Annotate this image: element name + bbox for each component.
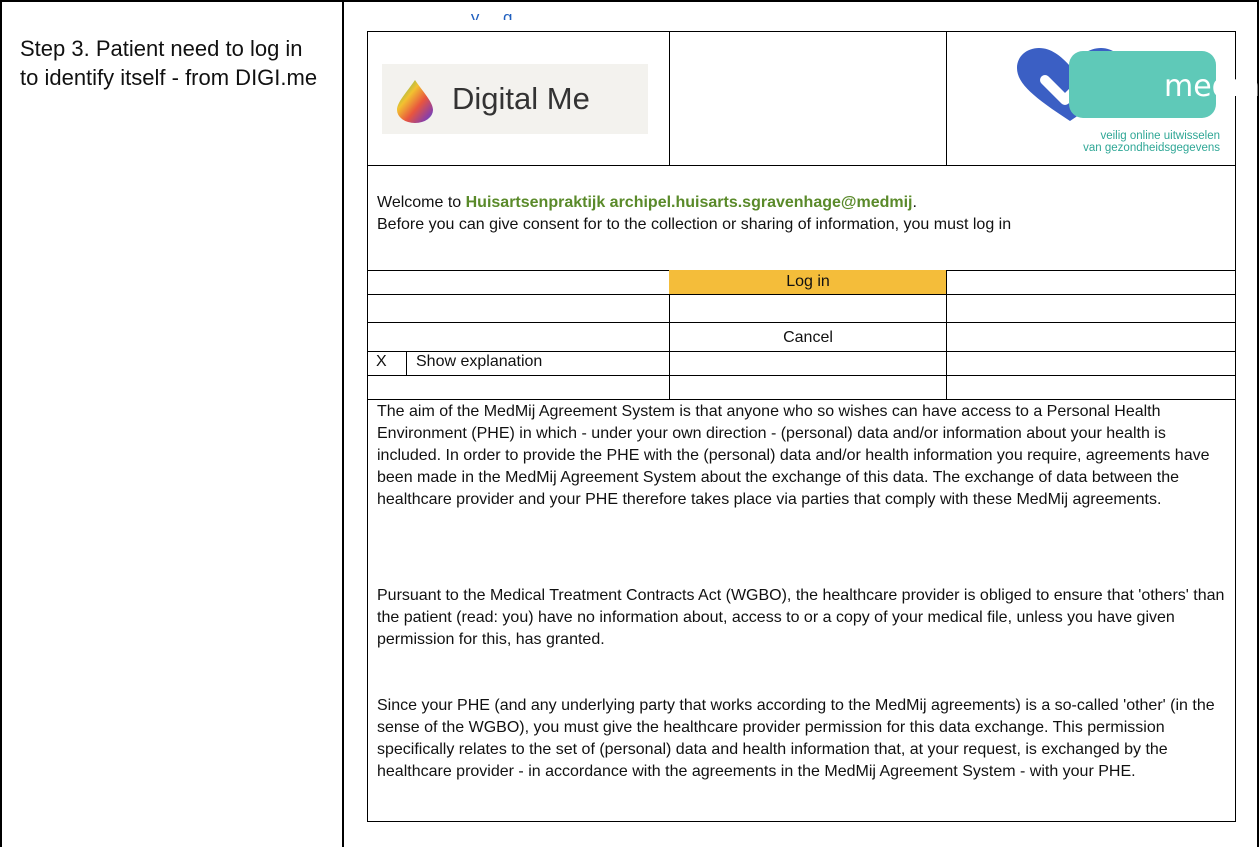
col-divider <box>669 32 670 165</box>
col-divider <box>946 32 947 165</box>
col-divider <box>406 351 407 375</box>
medmij-badge: medmij <box>1069 51 1259 118</box>
step-description: Step 3. Patient need to log in to identi… <box>20 36 318 90</box>
welcome-prefix: Welcome to <box>377 194 466 211</box>
cutoff-header-text: ... y ... g ... <box>452 10 532 20</box>
medmij-wordmark: medmij <box>1164 69 1259 104</box>
column-divider <box>342 0 344 847</box>
medmij-tagline: van gezondheidsgegevens <box>1083 142 1220 154</box>
explanation-paragraph: The aim of the MedMij Agreement System i… <box>377 403 1210 508</box>
login-screenshot: Digital Me medmij veilig online uitwisse… <box>367 31 1259 822</box>
practice-name: Huisartsenpraktijk archipel.huisarts.sgr… <box>465 194 913 211</box>
row-divider <box>368 294 1235 295</box>
login-button-label[interactable]: Log in <box>670 272 946 292</box>
welcome-suffix: . <box>912 194 917 211</box>
medmij-logo: medmij veilig online uitwisselen van gez… <box>1015 46 1259 166</box>
show-explanation-label[interactable]: Show explanation <box>416 352 542 372</box>
row-divider <box>368 399 1235 400</box>
digital-me-wordmark: Digital Me <box>452 81 590 116</box>
row-divider <box>368 322 1235 323</box>
explanation-checkbox[interactable]: X <box>376 352 387 372</box>
login-instruction: Before you can give consent for to the c… <box>377 216 1012 233</box>
cancel-button[interactable]: Cancel <box>670 328 946 348</box>
droplet-icon <box>397 80 433 123</box>
digital-me-logo: Digital Me <box>382 64 648 134</box>
welcome-message: Welcome to Huisartsenpraktijk archipel.h… <box>377 192 1011 236</box>
col-divider <box>946 270 947 399</box>
row-divider <box>368 375 1235 376</box>
explanation-paragraph: Pursuant to the Medical Treatment Contra… <box>377 587 1225 648</box>
explanation-paragraph: Since your PHE (and any underlying party… <box>377 697 1215 780</box>
